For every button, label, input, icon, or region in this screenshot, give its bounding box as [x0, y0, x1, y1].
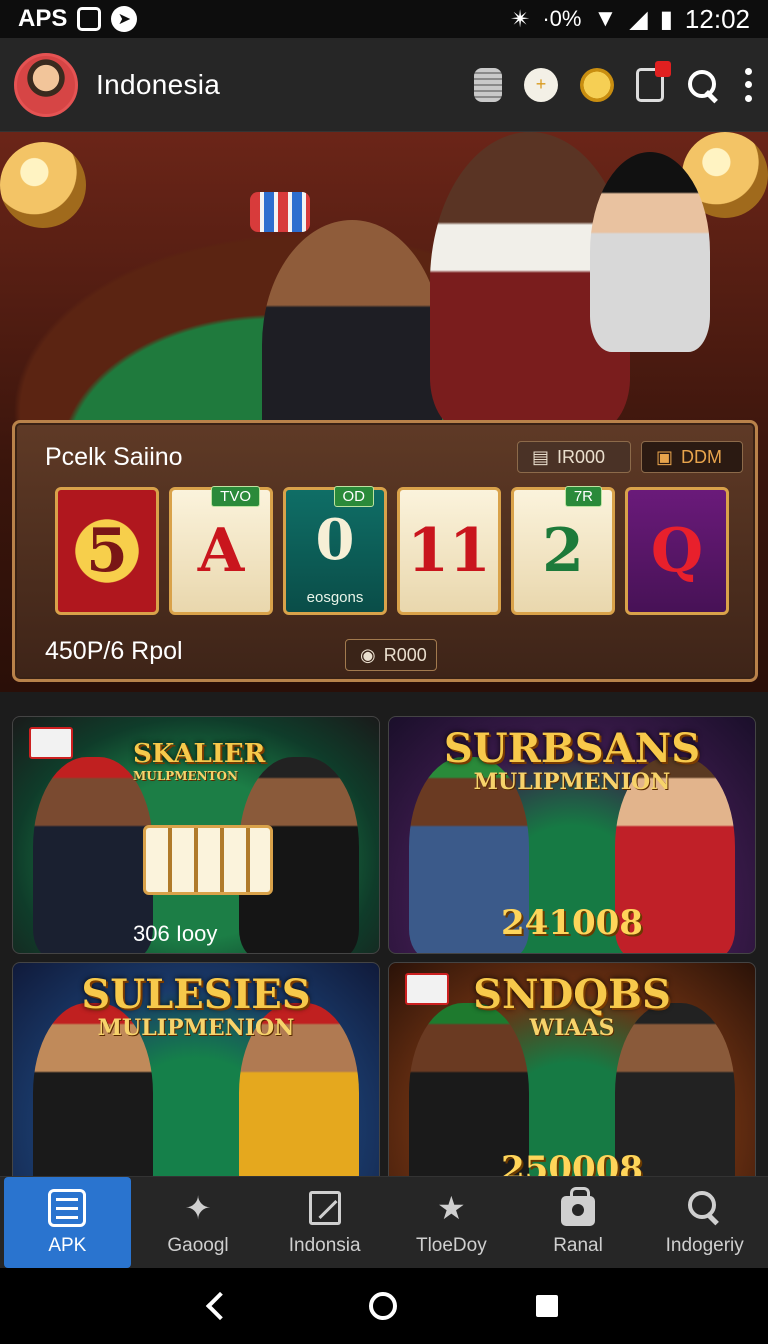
- notification-dot: [655, 60, 671, 77]
- notification-icon[interactable]: [636, 60, 671, 102]
- nav-item-apk[interactable]: APK: [4, 1177, 131, 1268]
- status-app-text: APS: [18, 5, 68, 32]
- nav-label: Gaoogl: [167, 1234, 229, 1256]
- game-card[interactable]: SKALIER MULPMENTON 306 Iooy: [12, 716, 380, 954]
- recent-apps-icon[interactable]: [536, 1295, 559, 1317]
- more-options-icon[interactable]: [742, 67, 754, 102]
- nav-item-tloedoy[interactable]: ★ TloeDoy: [388, 1177, 515, 1268]
- game-card-subtitle: WIAAS: [529, 1015, 615, 1041]
- avatar[interactable]: [14, 52, 78, 117]
- nav-item-gaoogl[interactable]: ✦ Gaoogl: [135, 1177, 262, 1268]
- spin-button-label: R000: [383, 644, 427, 665]
- reel-subtext: eosgons: [306, 589, 364, 606]
- cell-signal-icon: ◢: [629, 5, 648, 33]
- nav-item-indogeriy[interactable]: Indogeriy: [641, 1177, 768, 1268]
- reel: TVO A: [169, 486, 273, 615]
- search-icon: [686, 1189, 724, 1227]
- app-bar: Indonesia +: [0, 38, 768, 132]
- slot-title: Pcelk Saiino: [45, 443, 183, 471]
- status-right: ✴ ·0% ▼ ◢ ▮ 12:02: [510, 4, 750, 35]
- player-figure: [590, 152, 710, 352]
- coin-box-icon: ▣: [656, 446, 674, 467]
- hero-banner[interactable]: Pcelk Saiino ▤ IR000 ▣ DDM 5 TVO A OD 0 eosgo…: [0, 132, 768, 692]
- app-title: Indonesia: [96, 68, 221, 100]
- game-card[interactable]: SNDQBS WIAAS 250008: [388, 962, 756, 1200]
- game-card-title: SKALIER: [133, 739, 266, 769]
- signal-text: ·0%: [542, 6, 582, 31]
- gold-coin-icon[interactable]: [580, 67, 614, 102]
- nav-label: TloeDoy: [415, 1234, 487, 1256]
- reel: OD 0 eosgons: [283, 486, 387, 615]
- game-card-title: SULESIES: [81, 971, 311, 1018]
- lamp-left: [0, 142, 86, 228]
- back-icon[interactable]: [205, 1291, 234, 1321]
- reel-symbol: Q: [650, 516, 704, 586]
- chip-badge-2[interactable]: ▣ DDM: [641, 441, 743, 473]
- chip-badge-1-label: IR000: [557, 446, 606, 467]
- reel: 11: [397, 487, 501, 615]
- nav-label: APK: [48, 1234, 87, 1256]
- app-notification-icon: [77, 7, 102, 31]
- game-card[interactable]: SURBSANS MULIPMENION 241008: [388, 716, 756, 954]
- spin-button[interactable]: ◉ R000: [345, 639, 437, 671]
- add-coins-icon[interactable]: +: [524, 67, 558, 102]
- coin-icon: ◉: [360, 644, 376, 665]
- game-grid: SKALIER MULPMENTON 306 Iooy SURBSANS MUL…: [12, 716, 756, 1200]
- bottom-nav: APK ✦ Gaoogl Indonsia ★ TloeDoy Ranal In…: [0, 1176, 768, 1268]
- bag-icon: [559, 1186, 597, 1227]
- vibrate-icon: ✴: [510, 5, 531, 33]
- draw-icon: [306, 1189, 344, 1227]
- nav-item-ranal[interactable]: Ranal: [515, 1177, 642, 1268]
- slot-reels: 5 TVO A OD 0 eosgons 11 7R 2 Q: [55, 486, 731, 617]
- search-icon[interactable]: [686, 68, 720, 102]
- game-card-subtitle: MULPMENTON: [133, 769, 238, 783]
- chip-stack: [250, 192, 310, 232]
- sparkle-icon: ✦: [184, 1189, 212, 1226]
- status-left: APS ➤: [18, 5, 138, 33]
- game-card-value: 306 Iooy: [133, 921, 218, 946]
- game-card-subtitle: MULIPMENION: [97, 1015, 295, 1041]
- nav-label: Ranal: [553, 1234, 603, 1256]
- chip-badge-2-label: DDM: [681, 446, 723, 467]
- reel-symbol: A: [197, 516, 245, 586]
- nav-item-indonsia[interactable]: Indonsia: [261, 1177, 388, 1268]
- reel-symbol: 11: [407, 516, 491, 586]
- reel-tag: 7R: [564, 486, 602, 507]
- status-bar: APS ➤ ✴ ·0% ▼ ◢ ▮ 12:02: [0, 0, 768, 38]
- reel: 7R 2: [511, 486, 615, 615]
- star-icon: ★: [437, 1189, 466, 1226]
- game-card-subtitle: MULIPMENION: [473, 769, 671, 795]
- chip-badge-1[interactable]: ▤ IR000: [517, 441, 631, 473]
- flag-badge-icon: [29, 727, 73, 759]
- reel-tag: TVO: [211, 486, 260, 507]
- slot-machine-art: [143, 825, 273, 895]
- reel-symbol: 5: [86, 516, 128, 586]
- nav-label: Indogeriy: [665, 1234, 744, 1256]
- system-nav-bar: [0, 1268, 768, 1344]
- bet-amount: 450P/6 Rpol: [45, 637, 183, 665]
- game-card-value: 241008: [501, 903, 643, 943]
- reel-tag: OD: [333, 486, 374, 507]
- app-actions: +: [474, 60, 754, 102]
- reel: 5: [55, 487, 159, 615]
- battery-icon: ▮: [659, 5, 673, 33]
- coin-stack-icon[interactable]: [474, 67, 502, 102]
- reel-symbol: 2: [542, 516, 584, 586]
- reel-symbol: 0: [315, 507, 355, 573]
- clock: 12:02: [684, 3, 750, 34]
- notification-badge-icon: ➤: [111, 6, 138, 32]
- home-icon[interactable]: [368, 1292, 397, 1320]
- game-card-title: SURBSANS: [443, 725, 701, 772]
- nav-label: Indonsia: [288, 1234, 361, 1256]
- slot-panel: Pcelk Saiino ▤ IR000 ▣ DDM 5 TVO A OD 0 eosgo…: [12, 420, 758, 682]
- game-card[interactable]: SULESIES MULIPMENION: [12, 962, 380, 1200]
- list-icon: [48, 1188, 87, 1227]
- game-card-title: SNDQBS: [473, 971, 671, 1018]
- wifi-icon: ▼: [593, 5, 618, 32]
- ticket-icon: ▤: [532, 446, 550, 467]
- reel: Q: [625, 487, 729, 615]
